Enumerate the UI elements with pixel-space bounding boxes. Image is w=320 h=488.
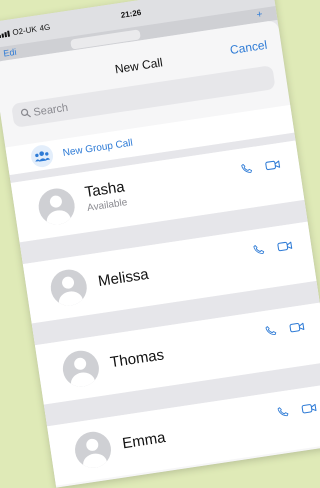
- call-actions: [263, 319, 305, 338]
- group-icon: [29, 143, 55, 169]
- avatar: [72, 429, 114, 471]
- phone-icon[interactable]: [239, 161, 254, 176]
- video-icon[interactable]: [276, 239, 294, 253]
- phone-icon[interactable]: [263, 323, 278, 338]
- phone-icon[interactable]: [251, 242, 266, 257]
- new-call-sheet: New Call Cancel Search New Group Call Ta…: [0, 19, 320, 488]
- call-actions: [251, 238, 293, 257]
- contact-name: Melissa: [96, 265, 150, 291]
- video-icon[interactable]: [300, 401, 318, 415]
- search-placeholder: Search: [32, 101, 69, 119]
- avatar: [48, 267, 90, 309]
- contact-name: Thomas: [109, 346, 166, 372]
- background-edit-button: Edi: [2, 46, 18, 59]
- search-icon: [12, 106, 35, 122]
- call-actions: [276, 400, 318, 419]
- phone-screen: O2-UK 4G 21:26 Edi + New Call Cancel Sea…: [0, 0, 320, 488]
- video-icon[interactable]: [264, 157, 282, 171]
- call-actions: [239, 157, 281, 176]
- phone-icon[interactable]: [276, 404, 291, 419]
- avatar: [60, 348, 102, 390]
- avatar: [36, 186, 78, 227]
- background-add-button: +: [255, 9, 264, 21]
- new-group-call-label: New Group Call: [62, 137, 134, 159]
- contact-name: Emma: [121, 429, 167, 453]
- video-icon[interactable]: [288, 320, 306, 334]
